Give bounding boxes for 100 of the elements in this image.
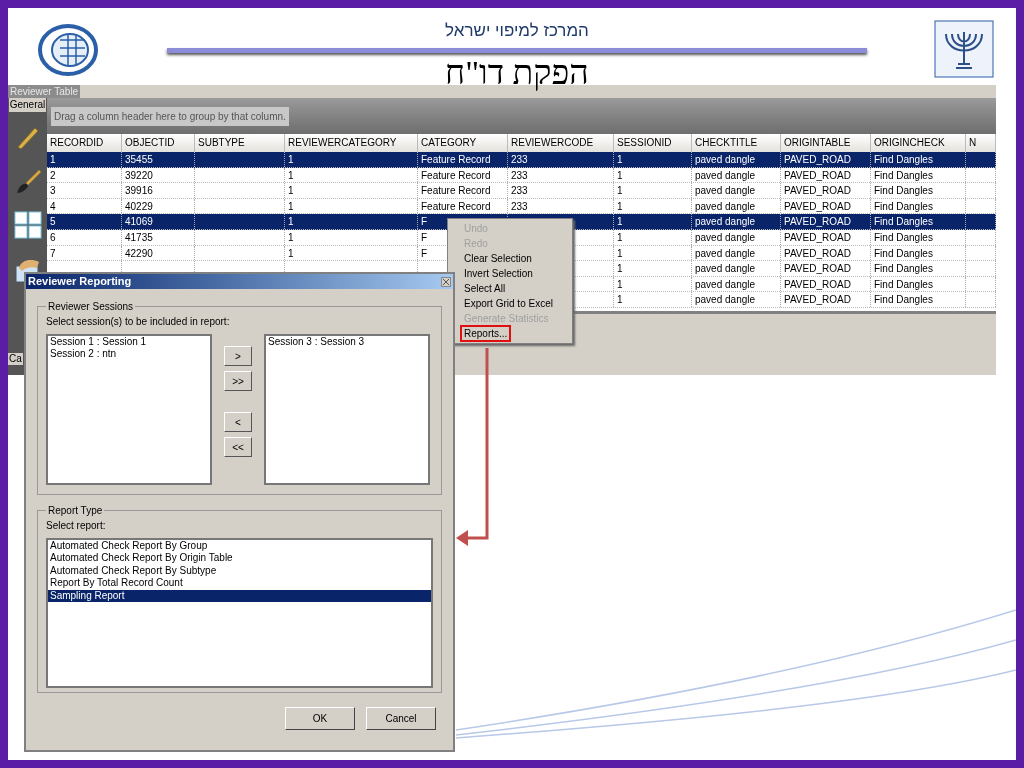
table-cell: 1 bbox=[617, 231, 623, 243]
table-cell: Find Dangles bbox=[874, 185, 933, 197]
table-cell: Find Dangles bbox=[874, 294, 933, 306]
instruction: Select session(s) to be included in report: bbox=[46, 315, 231, 329]
table-cell: 233 bbox=[511, 169, 528, 181]
list-item[interactable]: Session 1 : Session 1 bbox=[50, 336, 208, 348]
table-cell: 1 bbox=[617, 263, 623, 275]
side-label: Ca bbox=[8, 353, 23, 365]
table-cell: Feature Record bbox=[421, 154, 491, 165]
table-cell: Feature Record bbox=[421, 200, 491, 212]
column-header[interactable]: SUBTYPE bbox=[195, 134, 285, 152]
list-box[interactable]: Session 3 : Session 3 bbox=[264, 334, 430, 485]
table-cell: Find Dangles bbox=[874, 231, 933, 243]
table-cell: paved dangle bbox=[695, 200, 756, 212]
table-cell: paved dangle bbox=[695, 185, 756, 197]
table-cell: paved dangle bbox=[695, 154, 756, 165]
table-cell: 35455 bbox=[125, 154, 153, 165]
column-header[interactable]: REVIEWERCATEGORY bbox=[285, 134, 418, 152]
list-box[interactable]: Automated Check Report By Group Automated Check Report By Origin Table Automated Check Report By Subtype Report By Total Record Count Sampling Report bbox=[46, 538, 433, 688]
table-cell: 39916 bbox=[125, 185, 153, 197]
list-item[interactable]: Session 2 : ntn bbox=[50, 348, 208, 360]
menu-item[interactable]: Select All bbox=[462, 282, 508, 295]
table-cell: PAVED_ROAD bbox=[784, 231, 851, 243]
move-button[interactable]: > bbox=[224, 346, 252, 366]
table-cell: 1 bbox=[288, 216, 294, 228]
table-cell: 1 bbox=[617, 247, 623, 259]
sidebar-tab[interactable]: General bbox=[9, 98, 46, 112]
table-cell: 42290 bbox=[125, 247, 153, 259]
list-item[interactable]: Automated Check Report By Origin Table bbox=[48, 552, 431, 565]
table-cell: 233 bbox=[511, 154, 528, 165]
table-cell: 1 bbox=[617, 200, 623, 212]
table-cell: 5 bbox=[50, 216, 56, 228]
dialog-title: Reviewer Reporting bbox=[28, 274, 132, 290]
table-cell: 41735 bbox=[125, 231, 153, 243]
dialog-button[interactable]: OK bbox=[285, 707, 355, 730]
table-cell: paved dangle bbox=[695, 231, 756, 243]
table-cell: PAVED_ROAD bbox=[784, 169, 851, 181]
table-cell: 1 bbox=[288, 231, 294, 243]
table-cell: 1 bbox=[617, 154, 623, 165]
table-cell: PAVED_ROAD bbox=[784, 247, 851, 259]
table-cell: F bbox=[421, 247, 428, 259]
table-cell: 39220 bbox=[125, 169, 153, 181]
list-item[interactable]: Sampling Report bbox=[48, 589, 431, 603]
table-cell: 3 bbox=[50, 185, 56, 197]
list-item[interactable]: Session 3 : Session 3 bbox=[268, 336, 426, 348]
table-cell: Feature Record bbox=[421, 169, 491, 181]
table-cell: Find Dangles bbox=[874, 169, 933, 181]
table-cell: 41069 bbox=[125, 216, 153, 228]
dialog-button[interactable]: Cancel bbox=[366, 707, 436, 730]
table-cell: Find Dangles bbox=[874, 216, 933, 228]
list-item[interactable]: Report By Total Record Count bbox=[48, 577, 431, 590]
table-cell: Feature Record bbox=[421, 185, 491, 197]
menu-item[interactable]: Reports... bbox=[462, 327, 510, 340]
table-cell: paved dangle bbox=[695, 294, 756, 306]
move-button[interactable]: >> bbox=[224, 371, 252, 391]
menu-item[interactable]: Invert Selection bbox=[462, 267, 535, 280]
menu-item[interactable]: Clear Selection bbox=[462, 252, 534, 265]
close-icon[interactable] bbox=[441, 276, 451, 287]
table-cell: PAVED_ROAD bbox=[784, 216, 851, 228]
table-cell: 2 bbox=[50, 169, 56, 181]
table-cell: PAVED_ROAD bbox=[784, 200, 851, 212]
table-cell: PAVED_ROAD bbox=[784, 294, 851, 306]
move-button[interactable]: << bbox=[224, 437, 252, 457]
move-button[interactable]: < bbox=[224, 412, 252, 432]
table-cell: 1 bbox=[617, 294, 623, 306]
table-cell: 7 bbox=[50, 247, 56, 259]
table-cell: 40229 bbox=[125, 200, 153, 212]
column-header[interactable]: ORIGINTABLE bbox=[781, 134, 871, 152]
table-cell: 1 bbox=[288, 154, 294, 165]
table-cell: F bbox=[421, 216, 428, 228]
table-cell: 4 bbox=[50, 200, 56, 212]
column-header[interactable]: ORIGINCHECK bbox=[871, 134, 966, 152]
slide-subtitle: המרכז למיפוי ישראל bbox=[445, 20, 589, 42]
table-cell: 1 bbox=[288, 169, 294, 181]
column-header[interactable]: CATEGORY bbox=[418, 134, 508, 152]
column-header[interactable]: RECORDID bbox=[47, 134, 122, 152]
group-label: Reviewer Sessions bbox=[47, 300, 135, 314]
table-cell: 6 bbox=[50, 231, 56, 243]
table-cell: 1 bbox=[288, 200, 294, 212]
table-cell: paved dangle bbox=[695, 263, 756, 275]
table-cell: Find Dangles bbox=[874, 263, 933, 275]
list-item[interactable]: Automated Check Report By Group bbox=[48, 540, 431, 553]
table-cell: paved dangle bbox=[695, 278, 756, 290]
group-label: Report Type bbox=[47, 504, 104, 518]
table-cell: F bbox=[421, 231, 428, 243]
column-header[interactable]: N bbox=[966, 134, 996, 152]
group-hint: Drag a column header here to group by that column. bbox=[51, 106, 289, 126]
menu-item[interactable]: Export Grid to Excel bbox=[462, 297, 555, 310]
column-header[interactable]: OBJECTID bbox=[122, 134, 195, 152]
instruction: Select report: bbox=[46, 519, 107, 533]
column-header[interactable]: REVIEWERCODE bbox=[508, 134, 614, 152]
grid-icon[interactable] bbox=[12, 210, 43, 240]
column-header[interactable]: CHECKTITLE bbox=[692, 134, 781, 152]
table-cell: Find Dangles bbox=[874, 247, 933, 259]
table-cell: Find Dangles bbox=[874, 154, 933, 165]
column-header[interactable]: SESSIONID bbox=[614, 134, 692, 152]
list-item[interactable]: Automated Check Report By Subtype bbox=[48, 564, 431, 578]
table-cell: 1 bbox=[50, 154, 56, 165]
table-cell: Find Dangles bbox=[874, 278, 933, 290]
list-box[interactable]: Session 1 : Session 1 Session 2 : ntn bbox=[46, 334, 212, 485]
